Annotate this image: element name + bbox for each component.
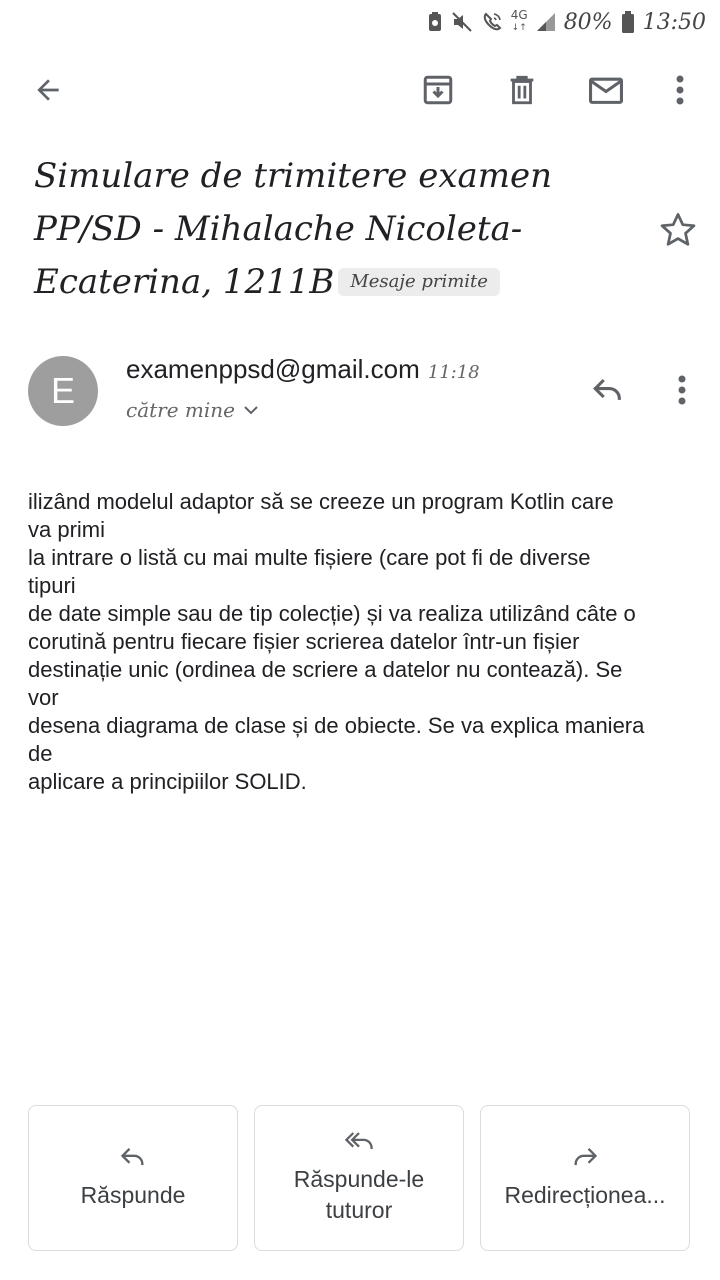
body-line: desena diagrama de clase și de obiecte. … <box>28 713 645 738</box>
inbox-label-chip[interactable]: Mesaje primite <box>338 268 500 296</box>
body-line: la intrare o listă cu mai multe fișiere … <box>28 545 591 570</box>
sender-line: examenppsd@gmail.com 11:18 <box>126 354 480 385</box>
reply-icon-button[interactable] <box>584 366 632 414</box>
body-line: de date simple sau de tip colecție) și v… <box>28 601 636 626</box>
body-line: va primi <box>28 517 106 542</box>
reply-label: Răspunde <box>80 1181 186 1208</box>
avatar[interactable]: E <box>28 356 98 426</box>
forward-button[interactable]: Redirecționea... <box>480 1105 690 1251</box>
toolbar <box>0 60 720 120</box>
archive-button[interactable] <box>414 66 462 114</box>
reply-button[interactable]: Răspunde <box>28 1105 238 1251</box>
archive-icon <box>423 75 453 105</box>
recipients-toggle[interactable]: către mine <box>126 398 259 422</box>
battery-percent: 80% <box>563 9 613 35</box>
body-line: destinație unic (ordinea de scriere a da… <box>28 657 623 682</box>
battery-icon <box>621 11 634 33</box>
body-line: corutină pentru fiecare fișier scrierea … <box>28 629 580 654</box>
more-vert-icon <box>676 75 684 105</box>
body-line: tipuri <box>28 573 76 598</box>
avatar-initial: E <box>50 370 75 411</box>
action-bar: Răspunde Răspunde-le tuturor Redirecțione… <box>28 1105 692 1253</box>
star-icon <box>660 213 696 246</box>
subject-line: Simulare de trimitere examen <box>34 156 553 196</box>
body-line: de <box>28 741 53 766</box>
reply-icon <box>593 378 621 400</box>
star-button[interactable] <box>656 208 700 252</box>
delete-icon <box>510 75 534 105</box>
reply-all-label: Răspunde-le tuturor <box>293 1166 425 1223</box>
forward-icon <box>574 1147 598 1165</box>
battery-saver-icon <box>428 12 441 31</box>
reply-all-button[interactable]: Răspunde-le tuturor <box>254 1105 464 1251</box>
clock: 13:50 <box>642 9 706 35</box>
back-button[interactable] <box>24 66 72 114</box>
delete-button[interactable] <box>498 66 546 114</box>
wifi-call-icon <box>483 12 502 31</box>
mail-icon <box>589 77 623 104</box>
subject-line: PP/SD - Mihalache Nicoleta- <box>34 209 523 249</box>
body-line: vor <box>28 685 59 710</box>
signal-icon <box>536 13 555 31</box>
network-type: 4G ↓↑ <box>510 8 528 33</box>
message-time: 11:18 <box>427 362 480 383</box>
mark-unread-button[interactable] <box>582 66 630 114</box>
more-vert-icon <box>678 375 686 405</box>
subject-line: Ecaterina, 1211B Mesaje primite <box>34 256 644 309</box>
chevron-down-icon <box>244 406 258 415</box>
email-body: ilizând modelul adaptor să se creeze un … <box>28 488 698 796</box>
reply-all-icon <box>344 1132 373 1149</box>
body-line: aplicare a principiilor SOLID. <box>28 769 307 794</box>
sender-email: examenppsd@gmail.com <box>126 354 420 384</box>
mute-icon <box>452 12 472 32</box>
body-line: ilizând modelul adaptor să se creeze un … <box>28 489 614 514</box>
forward-label: Redirecționea... <box>504 1181 666 1208</box>
status-bar: 4G ↓↑ 80% 13:50 <box>0 0 720 44</box>
arrow-back-icon <box>37 79 59 101</box>
email-subject: Simulare de trimitere examen PP/SD - Mih… <box>34 150 644 309</box>
reply-icon <box>120 1147 144 1165</box>
message-more-button[interactable] <box>658 366 706 414</box>
more-options-button[interactable] <box>656 66 704 114</box>
recipients-text: către mine <box>126 398 235 422</box>
